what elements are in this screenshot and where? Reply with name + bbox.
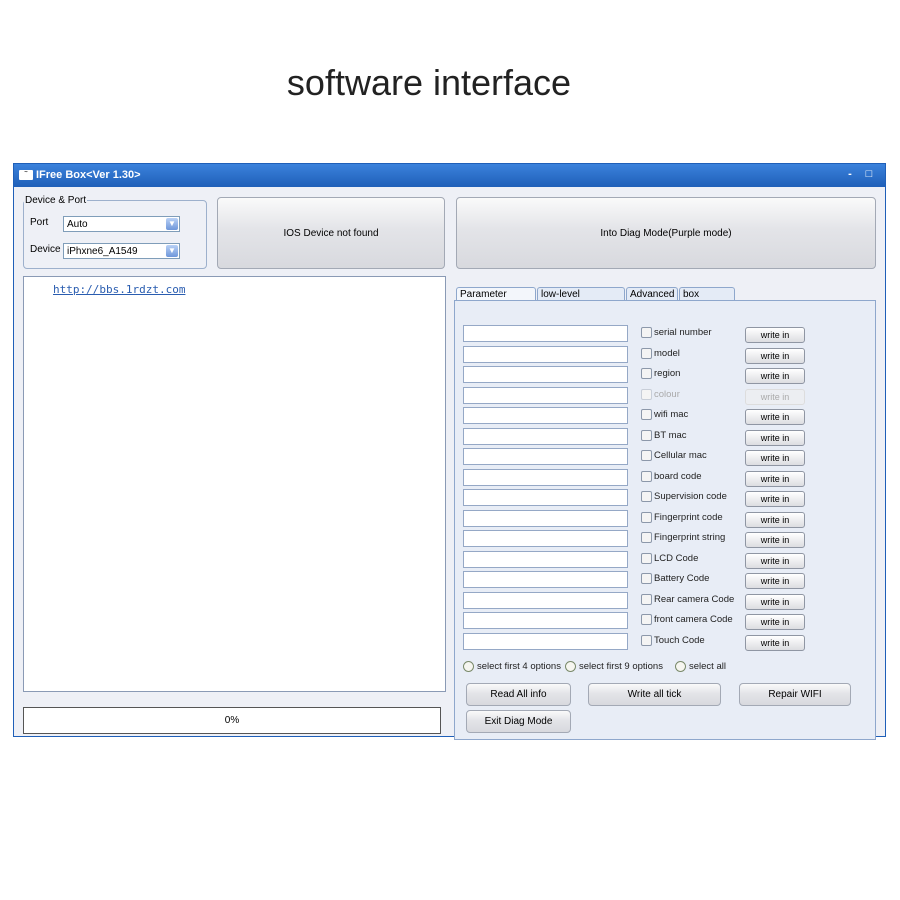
- param-input[interactable]: [463, 427, 628, 445]
- port-value: Auto: [67, 219, 88, 230]
- device-label: Device: [30, 244, 61, 255]
- log-area[interactable]: http://bbs.1rdzt.com: [23, 276, 446, 692]
- chevron-down-icon[interactable]: ▼: [166, 245, 178, 257]
- param-input[interactable]: [463, 468, 628, 486]
- param-checkbox[interactable]: [641, 573, 652, 584]
- param-input[interactable]: [463, 550, 628, 568]
- param-label: Rear camera Code: [654, 593, 735, 605]
- param-input[interactable]: [463, 386, 628, 404]
- write-in-button[interactable]: write in: [745, 573, 805, 589]
- caption: software interface: [286, 62, 572, 103]
- param-label: Cellular mac: [654, 450, 707, 461]
- param-label: front camera Code: [654, 614, 733, 625]
- write-in-button[interactable]: write in: [745, 368, 805, 384]
- param-checkbox[interactable]: [641, 593, 652, 605]
- device-status-button[interactable]: IOS Device not found: [217, 197, 445, 269]
- param-checkbox[interactable]: [641, 327, 652, 338]
- app-window: ~ IFree Box<Ver 1.30> - □ Device & Port …: [13, 163, 886, 740]
- param-input[interactable]: [463, 448, 628, 465]
- write-in-button[interactable]: write in: [745, 491, 805, 507]
- param-input[interactable]: [463, 489, 628, 506]
- write-in-button[interactable]: write in: [745, 388, 805, 405]
- radio-option[interactable]: [565, 661, 576, 672]
- port-select[interactable]: Auto ▼: [63, 216, 180, 232]
- param-checkbox[interactable]: [641, 347, 652, 359]
- param-input[interactable]: [463, 366, 628, 383]
- param-checkbox[interactable]: [641, 388, 652, 400]
- write-in-button[interactable]: write in: [745, 552, 805, 569]
- write-in-button[interactable]: write in: [745, 450, 805, 466]
- window-title: IFree Box<Ver 1.30>: [36, 169, 141, 181]
- write-in-button[interactable]: write in: [745, 327, 805, 343]
- write-in-button[interactable]: write in: [745, 614, 805, 630]
- write-in-button[interactable]: write in: [745, 429, 805, 446]
- param-label: BT mac: [654, 429, 687, 441]
- param-checkbox[interactable]: [641, 429, 652, 441]
- device-value: iPhxne6_A1549: [67, 246, 138, 257]
- write-in-button[interactable]: write in: [745, 409, 805, 425]
- write-in-button[interactable]: write in: [745, 634, 805, 651]
- radio-label: select all: [689, 661, 726, 672]
- param-checkbox[interactable]: [641, 511, 652, 523]
- radio-option[interactable]: [463, 661, 474, 672]
- progress-bar: 0%: [23, 707, 441, 734]
- param-label: Fingerprint code: [654, 511, 723, 523]
- port-label: Port: [30, 217, 49, 228]
- radio-label: select first 9 options: [579, 661, 663, 672]
- param-input[interactable]: [463, 591, 628, 609]
- param-input[interactable]: [463, 325, 628, 342]
- param-checkbox[interactable]: [641, 552, 652, 564]
- tab-low-level-parameter[interactable]: low-level Parameter: [537, 287, 625, 313]
- param-checkbox[interactable]: [641, 491, 652, 502]
- param-checkbox[interactable]: [641, 532, 652, 543]
- param-checkbox[interactable]: [641, 409, 652, 420]
- app-logo-icon: ~: [19, 170, 33, 180]
- read-all-info-button[interactable]: Read All info: [466, 683, 571, 706]
- param-input[interactable]: [463, 407, 628, 424]
- param-input[interactable]: [463, 632, 628, 650]
- param-checkbox[interactable]: [641, 634, 652, 646]
- write-in-button[interactable]: write in: [745, 511, 805, 528]
- param-label: colour: [654, 388, 680, 400]
- chevron-down-icon[interactable]: ▼: [166, 218, 178, 230]
- param-label: serial number: [654, 327, 712, 338]
- param-input[interactable]: [463, 345, 628, 363]
- device-port-legend: Device & Port: [25, 195, 87, 206]
- write-in-button[interactable]: write in: [745, 347, 805, 364]
- param-label: Battery Code: [654, 573, 710, 584]
- repair-wifi-button[interactable]: Repair WIFI: [739, 683, 851, 706]
- write-in-button[interactable]: write in: [745, 593, 805, 610]
- diag-mode-button[interactable]: Into Diag Mode(Purple mode): [456, 197, 876, 269]
- tab-advanced[interactable]: Advanced: [626, 287, 678, 301]
- write-all-tick-button[interactable]: Write all tick: [588, 683, 721, 706]
- param-input[interactable]: [463, 571, 628, 588]
- param-checkbox[interactable]: [641, 470, 652, 482]
- tab-parameter-update[interactable]: Parameter update: [456, 287, 536, 313]
- param-label: Supervision code: [654, 491, 727, 502]
- param-input[interactable]: [463, 612, 628, 629]
- param-label: region: [654, 368, 681, 379]
- param-label: model: [654, 347, 680, 359]
- write-in-button[interactable]: write in: [745, 470, 805, 487]
- param-label: LCD Code: [654, 552, 699, 564]
- param-checkbox[interactable]: [641, 450, 652, 461]
- title-bar: ~ IFree Box<Ver 1.30> - □: [14, 164, 885, 187]
- param-label: Fingerprint string: [654, 532, 726, 543]
- maximize-button[interactable]: □: [863, 168, 875, 180]
- tab-box-firmware[interactable]: box firmware: [679, 287, 735, 313]
- param-label: Touch Code: [654, 634, 705, 646]
- param-label: wifi mac: [654, 409, 689, 420]
- radio-label: select first 4 options: [477, 661, 561, 672]
- param-checkbox[interactable]: [641, 614, 652, 625]
- param-checkbox[interactable]: [641, 368, 652, 379]
- exit-diag-mode-button[interactable]: Exit Diag Mode: [466, 710, 571, 733]
- minimize-button[interactable]: -: [844, 168, 856, 180]
- device-select[interactable]: iPhxne6_A1549 ▼: [63, 243, 180, 259]
- param-input[interactable]: [463, 509, 628, 527]
- param-label: board code: [654, 470, 702, 482]
- forum-link[interactable]: http://bbs.1rdzt.com: [53, 283, 185, 296]
- write-in-button[interactable]: write in: [745, 532, 805, 548]
- param-input[interactable]: [463, 530, 628, 547]
- radio-option[interactable]: [675, 661, 686, 672]
